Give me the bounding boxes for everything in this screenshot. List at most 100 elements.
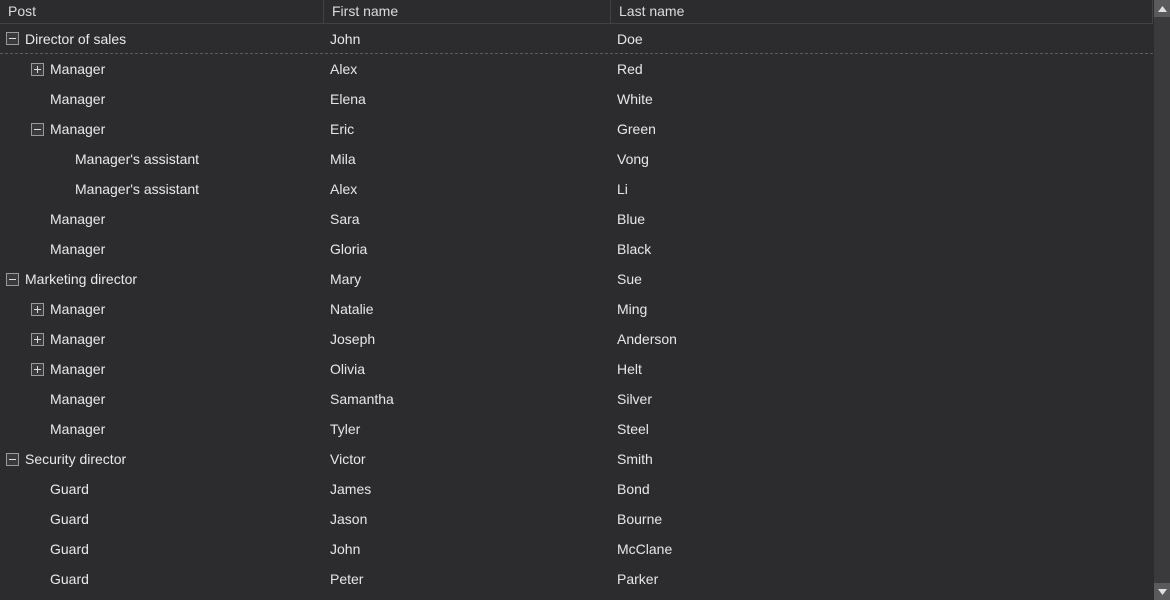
- collapse-icon[interactable]: [6, 453, 19, 466]
- scroll-up-button[interactable]: [1154, 0, 1170, 17]
- collapse-icon[interactable]: [6, 32, 19, 45]
- cell-last-name: Anderson: [611, 327, 1153, 351]
- post-label: Manager: [50, 121, 105, 137]
- tree-indent: [6, 204, 31, 234]
- cell-first-name: Jason: [324, 507, 611, 531]
- cell-first-name: Alex: [324, 57, 611, 81]
- expand-icon[interactable]: [31, 363, 44, 376]
- expander-spacer: [31, 573, 44, 586]
- expander-spacer: [31, 513, 44, 526]
- tree-row[interactable]: Manager GloriaBlack: [0, 234, 1153, 264]
- cell-last-name: Black: [611, 237, 1153, 261]
- tree-indent: [6, 564, 31, 594]
- post-label: Manager: [50, 391, 105, 407]
- cell-last-name: Green: [611, 117, 1153, 141]
- cell-last-name: Vong: [611, 147, 1153, 171]
- column-header-last[interactable]: Last name: [611, 0, 1153, 23]
- tree-indent: [6, 354, 31, 384]
- cell-first-name: John: [324, 27, 611, 51]
- tree-indent: [6, 54, 31, 84]
- expander-spacer: [31, 243, 44, 256]
- tree-indent: [6, 174, 31, 204]
- post-label: Guard: [50, 481, 89, 497]
- cell-first-name: Eric: [324, 117, 611, 141]
- post-label: Manager: [50, 91, 105, 107]
- post-label: Guard: [50, 541, 89, 557]
- cell-first-name: Victor: [324, 447, 611, 471]
- tree-indent: [6, 414, 31, 444]
- tree-indent: [6, 474, 31, 504]
- tree-row[interactable]: ManagerTylerSteel: [0, 414, 1153, 444]
- collapse-icon[interactable]: [6, 273, 19, 286]
- post-label: Manager: [50, 421, 105, 437]
- post-label: Security director: [25, 451, 126, 467]
- cell-last-name: Bourne: [611, 507, 1153, 531]
- expander-spacer: [56, 183, 69, 196]
- post-label: Marketing director: [25, 271, 137, 287]
- cell-last-name: Smith: [611, 447, 1153, 471]
- cell-post: Director of sales: [0, 27, 324, 51]
- cell-first-name: Sara: [324, 207, 611, 231]
- tree-body: Director of salesJohnDoeManagerAlexRedMa…: [0, 24, 1153, 600]
- post-label: Manager: [50, 211, 105, 227]
- post-label: Manager: [50, 241, 105, 257]
- tree-grid: Post First name Last name Director of sa…: [0, 0, 1153, 600]
- post-label: Manager: [50, 61, 105, 77]
- tree-indent: [6, 234, 31, 264]
- cell-last-name: Parker: [611, 567, 1153, 591]
- cell-first-name: Olivia: [324, 357, 611, 381]
- cell-first-name: Mary: [324, 267, 611, 291]
- cell-last-name: McClane: [611, 537, 1153, 561]
- arrow-up-icon: [1158, 6, 1167, 12]
- column-header-first[interactable]: First name: [324, 0, 611, 23]
- cell-post: Manager: [0, 410, 324, 448]
- scroll-track[interactable]: [1154, 17, 1170, 583]
- tree-indent: [31, 144, 56, 174]
- post-label: Guard: [50, 571, 89, 587]
- cell-last-name: Blue: [611, 207, 1153, 231]
- post-label: Director of sales: [25, 31, 126, 47]
- post-label: Manager's assistant: [75, 151, 199, 167]
- expand-icon[interactable]: [31, 303, 44, 316]
- cell-last-name: Red: [611, 57, 1153, 81]
- cell-first-name: Alex: [324, 177, 611, 201]
- post-label: Manager: [50, 301, 105, 317]
- tree-indent: [6, 384, 31, 414]
- tree-indent: [6, 84, 31, 114]
- cell-first-name: Gloria: [324, 237, 611, 261]
- expand-icon[interactable]: [31, 63, 44, 76]
- tree-row[interactable]: GuardTonyStark: [0, 594, 1153, 600]
- cell-last-name: Ming: [611, 297, 1153, 321]
- cell-post: Guard: [0, 590, 324, 600]
- expander-spacer: [31, 483, 44, 496]
- post-label: Manager: [50, 331, 105, 347]
- expander-spacer: [31, 93, 44, 106]
- expander-spacer: [31, 213, 44, 226]
- tree-indent: [6, 534, 31, 564]
- cell-first-name: Joseph: [324, 327, 611, 351]
- cell-post: Manager: [0, 230, 324, 268]
- tree-indent: [6, 324, 31, 354]
- cell-first-name: Peter: [324, 567, 611, 591]
- cell-last-name: White: [611, 87, 1153, 111]
- cell-post: Marketing director: [0, 267, 324, 291]
- collapse-icon[interactable]: [31, 123, 44, 136]
- tree-indent: [6, 114, 31, 144]
- cell-first-name: Elena: [324, 87, 611, 111]
- column-header-post[interactable]: Post: [0, 0, 324, 23]
- cell-last-name: Sue: [611, 267, 1153, 291]
- tree-indent: [6, 294, 31, 324]
- cell-last-name: Doe: [611, 27, 1153, 51]
- expander-spacer: [31, 393, 44, 406]
- cell-last-name: Silver: [611, 387, 1153, 411]
- scroll-down-button[interactable]: [1154, 583, 1170, 600]
- expand-icon[interactable]: [31, 333, 44, 346]
- tree-indent: [6, 594, 31, 600]
- cell-first-name: Tyler: [324, 417, 611, 441]
- cell-first-name: Natalie: [324, 297, 611, 321]
- tree-indent: [31, 174, 56, 204]
- post-label: Manager: [50, 361, 105, 377]
- vertical-scrollbar[interactable]: [1153, 0, 1170, 600]
- expander-spacer: [31, 423, 44, 436]
- post-label: Guard: [50, 511, 89, 527]
